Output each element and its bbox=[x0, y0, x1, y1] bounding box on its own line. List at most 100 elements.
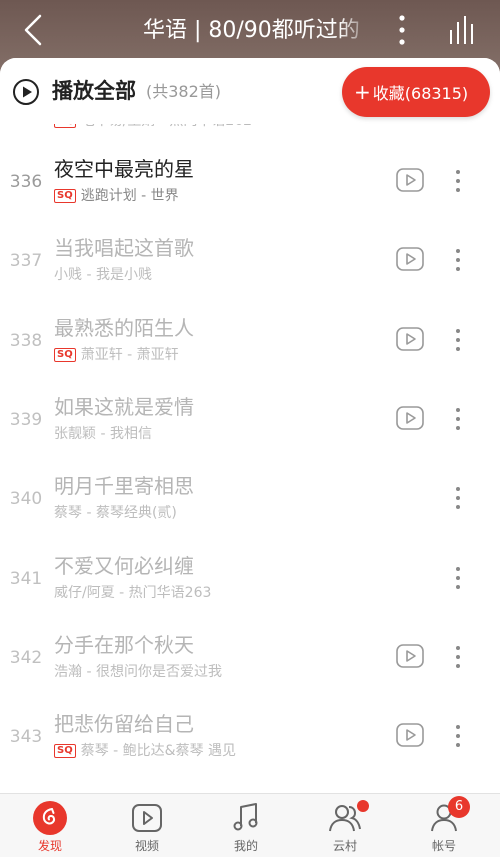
song-title: 分手在那个秋天 bbox=[54, 632, 194, 657]
song-artist-album: 小贱 - 我是小贱 bbox=[54, 267, 152, 284]
song-artist-album: 萧亚轩 - 萧亚轩 bbox=[80, 346, 179, 363]
song-row[interactable]: 338 最熟悉的陌生人 SQ 萧亚轩 - 萧亚轩 bbox=[0, 303, 500, 382]
collect-button[interactable]: + 收藏(68315) bbox=[342, 67, 490, 117]
song-index: 343 bbox=[9, 727, 43, 748]
mv-button[interactable] bbox=[396, 168, 424, 192]
song-index: 336 bbox=[9, 172, 43, 192]
song-index: 339 bbox=[9, 409, 43, 430]
song-index: 340 bbox=[9, 489, 43, 510]
song-row[interactable]: 341 不爱又何必纠缠威仔/阿夏 - 热门华语263 bbox=[0, 541, 500, 620]
song-more-button[interactable] bbox=[450, 245, 466, 275]
song-subtitle-line: 威仔/阿夏 - 热门华语263 bbox=[54, 583, 211, 603]
song-row[interactable]: 339 如果这就是爱情张靓颖 - 我相信 bbox=[0, 382, 500, 461]
back-button[interactable] bbox=[14, 8, 54, 52]
song-row[interactable]: 337 当我唱起这首歌小贱 - 我是小贱 bbox=[0, 223, 500, 302]
song-title: 不爱又何必纠缠 bbox=[54, 553, 194, 578]
song-subtitle-line: 小贱 - 我是小贱 bbox=[54, 265, 152, 285]
plus-icon: + bbox=[354, 80, 371, 104]
mv-button[interactable] bbox=[396, 326, 424, 351]
song-subtitle-line: SQ 逃跑计划 - 世界 bbox=[54, 186, 179, 206]
equalizer-icon bbox=[450, 16, 473, 44]
play-all-label[interactable]: 播放全部 bbox=[52, 76, 136, 106]
more-vertical-icon bbox=[456, 725, 460, 748]
more-vertical-icon bbox=[456, 487, 460, 510]
tab-mine[interactable]: 我的 bbox=[196, 794, 296, 857]
music-note-icon bbox=[233, 803, 258, 831]
chevron-left-icon bbox=[24, 14, 42, 46]
tab-account[interactable]: 6 帐号 bbox=[394, 794, 494, 857]
song-row[interactable]: 343 把悲伤留给自己 SQ 蔡琴 - 鲍比达&蔡琴 遇见 bbox=[0, 699, 500, 778]
song-artist-album: 威仔/阿夏 - 热门华语263 bbox=[54, 584, 212, 601]
bottom-tab-bar: 发现 视频 我的 云村 6 帐号 bbox=[0, 793, 500, 857]
song-more-button[interactable] bbox=[450, 721, 466, 751]
tab-label: 云村 bbox=[332, 839, 357, 853]
video-icon bbox=[132, 804, 162, 832]
tab-discover[interactable]: 发现 bbox=[0, 794, 100, 857]
song-more-button[interactable] bbox=[450, 404, 466, 434]
video-play-icon bbox=[396, 723, 424, 747]
video-play-icon bbox=[396, 326, 424, 351]
mv-button[interactable] bbox=[396, 643, 424, 668]
tab-label: 我的 bbox=[233, 839, 258, 853]
song-artist-album: 逃跑计划 - 世界 bbox=[80, 188, 179, 204]
song-subtitle-line: SQ 蔡琴 - 鲍比达&蔡琴 遇见 bbox=[54, 741, 236, 761]
song-row[interactable]: 342 分手在那个秋天浩瀚 - 很想问你是否爱过我 bbox=[0, 620, 500, 699]
song-index: 341 bbox=[9, 568, 43, 589]
song-artist-album: 浩瀚 - 很想问你是否爱过我 bbox=[54, 663, 222, 680]
song-title: 把悲伤留给自己 bbox=[54, 712, 194, 737]
mv-button[interactable] bbox=[396, 247, 424, 272]
tab-label: 帐号 bbox=[431, 839, 456, 853]
tab-label: 发现 bbox=[37, 839, 62, 853]
more-vertical-icon bbox=[399, 15, 405, 45]
song-artist-album: 蔡琴 - 蔡琴经典(贰) bbox=[54, 505, 177, 522]
song-title: 明月千里寄相思 bbox=[54, 474, 194, 499]
collect-label: 收藏(68315) bbox=[372, 84, 469, 103]
more-vertical-icon bbox=[456, 249, 460, 272]
song-row[interactable]: 340 明月千里寄相思蔡琴 - 蔡琴经典(贰) bbox=[0, 461, 500, 540]
song-list-sheet: 播放全部 (共382首) +收藏(68315) SQ毛不易/王婧 - 热门华语2… bbox=[0, 58, 500, 857]
more-vertical-icon bbox=[456, 407, 460, 430]
now-playing-button[interactable] bbox=[440, 10, 484, 50]
sq-badge: SQ bbox=[54, 189, 76, 203]
song-artist-album: 蔡琴 - 鲍比达&蔡琴 遇见 bbox=[80, 743, 237, 760]
sq-badge: SQ bbox=[54, 347, 76, 362]
video-play-icon bbox=[396, 406, 424, 430]
song-subtitle-line: SQ 萧亚轩 - 萧亚轩 bbox=[54, 345, 179, 365]
song-subtitle-line: 张靓颖 - 我相信 bbox=[54, 424, 152, 444]
song-title: 夜空中最亮的星 bbox=[54, 157, 194, 181]
tab-video[interactable]: 视频 bbox=[97, 794, 197, 857]
mv-button[interactable] bbox=[396, 723, 424, 747]
song-index: 337 bbox=[9, 251, 43, 272]
play-circle-icon bbox=[13, 79, 39, 105]
song-count: (共382首) bbox=[146, 82, 222, 101]
header-more-button[interactable] bbox=[388, 10, 416, 50]
video-play-icon bbox=[396, 168, 424, 192]
song-more-button[interactable] bbox=[450, 483, 466, 513]
more-vertical-icon bbox=[456, 645, 460, 668]
video-play-icon bbox=[396, 247, 424, 272]
song-artist-album: 张靓颖 - 我相信 bbox=[54, 425, 152, 442]
song-title: 最熟悉的陌生人 bbox=[54, 315, 194, 340]
song-more-button[interactable] bbox=[450, 642, 466, 672]
more-vertical-icon bbox=[456, 328, 460, 351]
more-vertical-icon bbox=[456, 566, 460, 589]
song-title: 当我唱起这首歌 bbox=[54, 236, 194, 261]
tab-label: 视频 bbox=[134, 839, 159, 853]
song-row[interactable]: 336 夜空中最亮的星 SQ 逃跑计划 - 世界 bbox=[0, 144, 500, 223]
mv-button[interactable] bbox=[396, 406, 424, 430]
playlist-title: 华语 | 80/90都听过的 bbox=[143, 18, 360, 43]
song-more-button[interactable] bbox=[450, 563, 466, 593]
song-title: 如果这就是爱情 bbox=[54, 394, 194, 419]
song-more-button[interactable] bbox=[450, 325, 466, 355]
notification-dot bbox=[357, 800, 369, 812]
song-index: 342 bbox=[9, 647, 43, 668]
play-all-bar[interactable]: 播放全部 (共382首) + 收藏(68315) bbox=[0, 58, 500, 124]
video-play-icon bbox=[396, 643, 424, 668]
tab-community[interactable]: 云村 bbox=[295, 794, 395, 857]
sq-badge: SQ bbox=[54, 744, 76, 759]
more-vertical-icon bbox=[456, 170, 460, 192]
discover-icon bbox=[33, 801, 67, 835]
song-more-button[interactable] bbox=[450, 166, 466, 196]
song-subtitle-line: 蔡琴 - 蔡琴经典(贰) bbox=[54, 503, 177, 523]
song-subtitle-line: 浩瀚 - 很想问你是否爱过我 bbox=[54, 662, 222, 682]
